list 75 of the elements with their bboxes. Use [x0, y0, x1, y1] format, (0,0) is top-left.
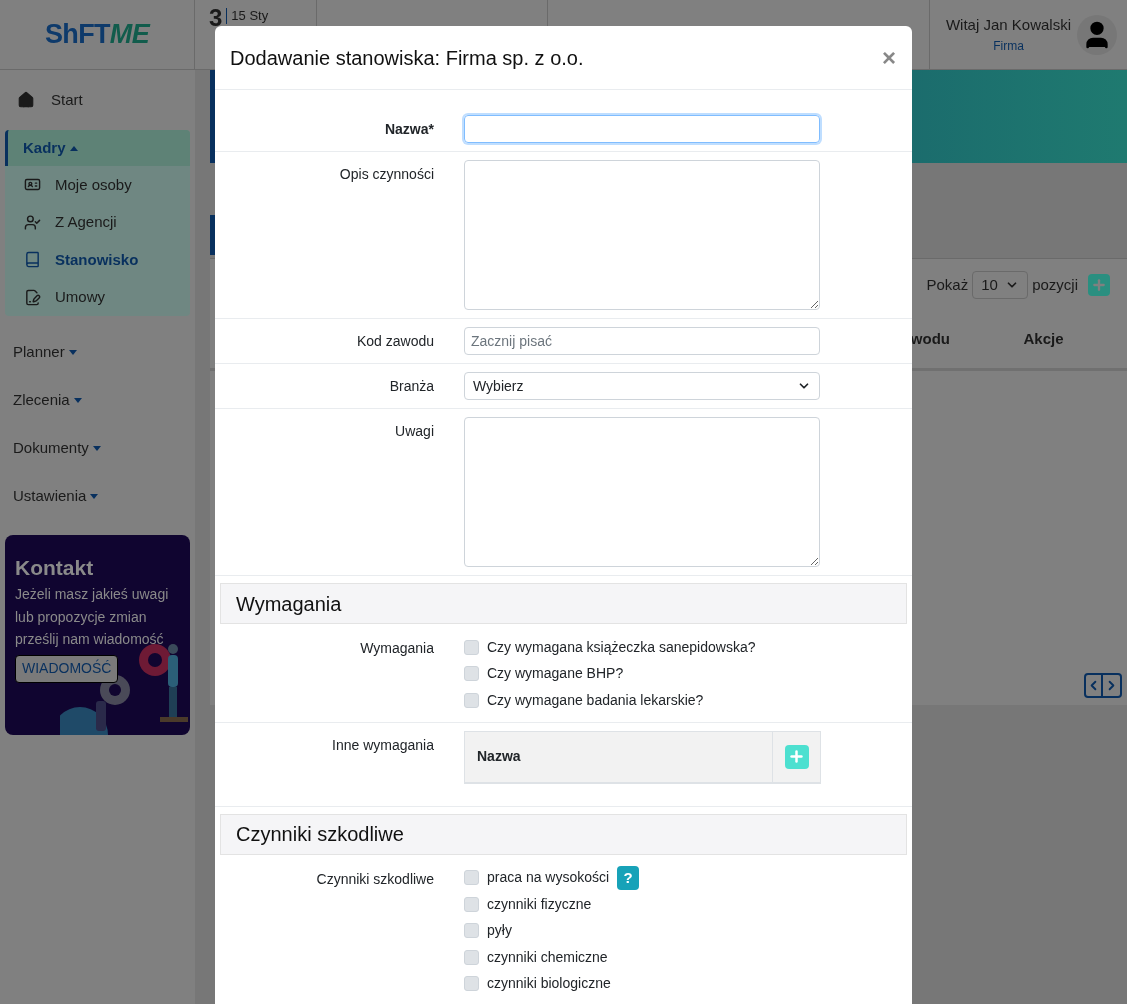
caret-icon — [92, 445, 101, 451]
text-field[interactable]: Zacznij pisać — [464, 327, 820, 355]
checkbox[interactable] — [464, 692, 479, 708]
checkbox[interactable] — [464, 976, 479, 992]
tab-marker — [210, 215, 215, 255]
sidebar-subitem[interactable]: Stanowisko — [5, 241, 190, 279]
caret-icon — [73, 397, 82, 403]
checkbox[interactable] — [464, 949, 479, 965]
field-label: Opis czynności — [339, 165, 434, 184]
field-label: Inne wymagania — [332, 735, 434, 755]
close-button[interactable]: × — [882, 45, 896, 70]
checkbox-label: czynniki biologiczne — [487, 974, 611, 994]
caret-icon — [69, 145, 78, 151]
checkbox-label: Czy wymagane BHP? — [487, 664, 624, 684]
caret-icon — [90, 493, 99, 499]
checkbox-label: Czy wymagana książeczka sanepidowska? — [487, 637, 756, 657]
add-button[interactable] — [1088, 274, 1110, 296]
date-text: 15 Sty — [231, 9, 269, 22]
sidebar-group-toggle[interactable]: Kadry — [5, 130, 190, 166]
company-link[interactable]: Firma — [993, 36, 1024, 55]
section-title: Czynniki szkodliwe — [236, 822, 404, 847]
menu-icon — [24, 288, 41, 306]
field-label: Kod zawodu — [356, 332, 434, 351]
field-label: Czynniki szkodliwe — [316, 869, 434, 889]
show-label: Pokaż — [926, 274, 969, 295]
column-header: Nazwa — [477, 747, 521, 766]
next-page-button[interactable] — [1103, 673, 1122, 698]
menu-icon — [24, 213, 41, 231]
sidebar-subitem[interactable]: Moje osoby — [5, 166, 190, 204]
message-button[interactable]: WIADOMOŚĆ — [15, 654, 119, 683]
checkbox-label: praca na wysokości — [487, 868, 610, 888]
greeting-text: Witaj Jan Kowalski — [945, 15, 1071, 36]
checkbox-label: Czy wymagane badania lekarskie? — [487, 690, 704, 710]
field-label: Wymagania — [360, 639, 434, 658]
field-label: Nazwa* — [384, 120, 434, 139]
contact-text: Jeżeli masz jakieś uwagi lub propozycje zmian prześlij nam wiadomość — [15, 585, 170, 650]
sidebar-item[interactable]: Start — [0, 70, 195, 130]
sidebar-group-toggle[interactable]: Dokumenty — [0, 424, 195, 472]
checkbox-label: pyły — [487, 921, 512, 941]
section-title: Wymagania — [236, 591, 342, 617]
modal-title: Dodawanie stanowiska: Firma sp. z o.o. — [230, 45, 584, 71]
add-button[interactable] — [784, 744, 809, 769]
select-field[interactable]: Wybierz — [464, 372, 820, 400]
avatar[interactable] — [1077, 14, 1117, 55]
text-area[interactable] — [464, 160, 820, 310]
sidebar-group-toggle[interactable]: Planner — [0, 328, 195, 376]
caret-icon — [68, 349, 77, 355]
home-icon — [17, 91, 35, 109]
field-label: Branża — [389, 377, 434, 396]
checkbox-label: czynniki chemiczne — [487, 947, 608, 967]
page-size-select[interactable]: 10 — [972, 271, 1029, 299]
help-button[interactable]: ? — [617, 865, 640, 890]
checkbox[interactable] — [464, 870, 479, 886]
sidebar-subitem[interactable]: Umowy — [5, 278, 190, 316]
sidebar-subitem[interactable]: Z Agencji — [5, 203, 190, 241]
plus-icon — [1091, 277, 1107, 293]
checkbox[interactable] — [464, 923, 479, 939]
page-size-suffix: pozycji — [1032, 274, 1078, 295]
checkbox[interactable] — [464, 666, 479, 682]
logo: ShFTME — [45, 18, 149, 52]
text-area[interactable] — [464, 417, 820, 567]
plus-icon — [788, 748, 805, 765]
sidebar-group-toggle[interactable]: Ustawienia — [0, 472, 195, 520]
checkbox-label: czynniki fizyczne — [487, 894, 592, 914]
menu-icon — [24, 251, 41, 269]
checkbox[interactable] — [464, 896, 479, 912]
text-field[interactable] — [464, 115, 820, 143]
contact-title: Kontakt — [15, 555, 95, 581]
field-label: Uwagi — [395, 422, 434, 441]
day-number: 3 — [209, 6, 223, 30]
previous-page-button[interactable] — [1084, 673, 1103, 698]
checkbox[interactable] — [464, 639, 479, 655]
column-header: Akcje — [1023, 329, 1064, 350]
column-header: wodu — [910, 329, 950, 350]
sidebar-group-toggle[interactable]: Zlecenia — [0, 376, 195, 424]
